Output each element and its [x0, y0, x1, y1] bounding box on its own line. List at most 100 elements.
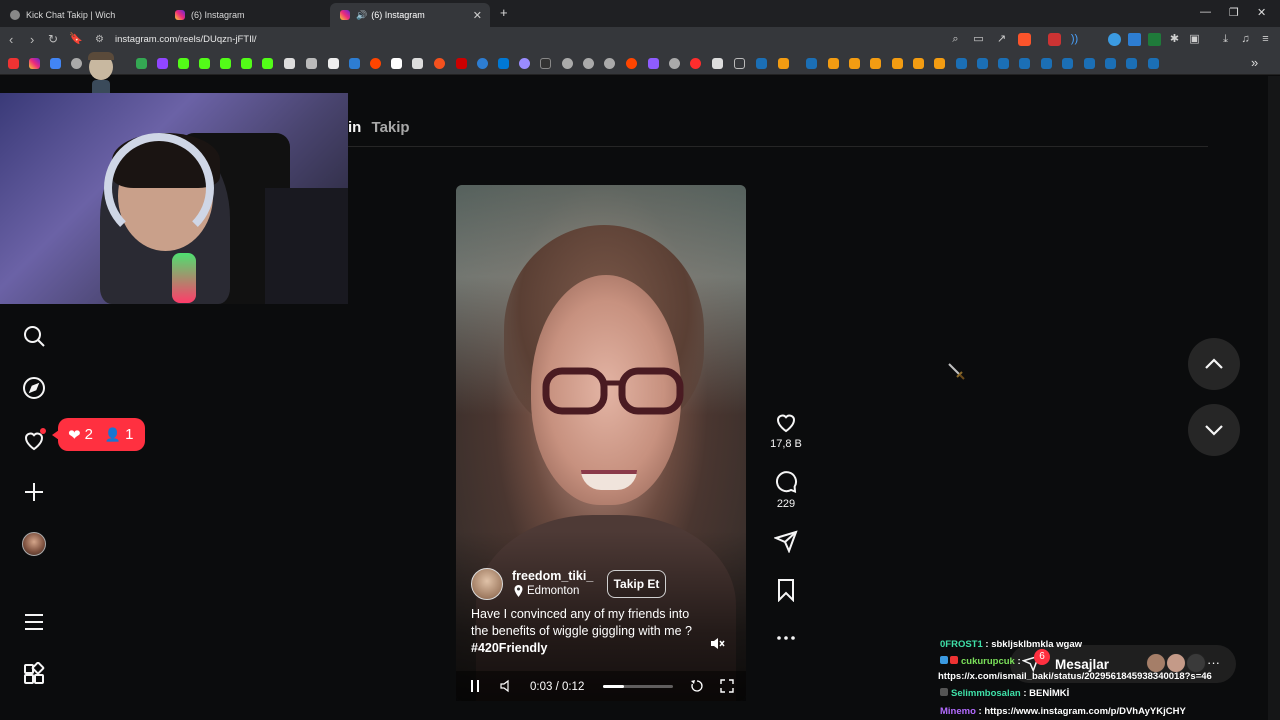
- bookmark-steam-icon[interactable]: [998, 58, 1009, 69]
- bookmark-icon[interactable]: [434, 58, 445, 69]
- bookmark-kick-icon[interactable]: [241, 58, 252, 69]
- notification-popup[interactable]: ❤ 2 👤 1: [52, 418, 145, 451]
- bookmark-icon[interactable]: [456, 58, 467, 69]
- page-scrollbar[interactable]: [1268, 76, 1280, 720]
- menu-icon[interactable]: ≡: [1259, 33, 1272, 46]
- bookmark-icon[interactable]: [828, 58, 839, 69]
- restore-icon[interactable]: ❐: [1229, 6, 1239, 19]
- bookmark-steam-icon[interactable]: [1105, 58, 1116, 69]
- bookmark-steam-icon[interactable]: [756, 58, 767, 69]
- replay-icon[interactable]: [690, 679, 704, 693]
- bookmark-kick-icon[interactable]: [220, 58, 231, 69]
- share-send-icon[interactable]: [773, 529, 798, 554]
- bookmark-icon[interactable]: [849, 58, 860, 69]
- bookmark-icon[interactable]: [892, 58, 903, 69]
- extension-icon[interactable]: [1048, 33, 1061, 46]
- author-location[interactable]: Edmonton: [527, 585, 579, 597]
- close-tab-icon[interactable]: ✕: [473, 9, 482, 22]
- more-options-icon[interactable]: [774, 626, 798, 650]
- bookmark-icon[interactable]: [604, 58, 615, 69]
- bookmark-icon[interactable]: [540, 58, 551, 69]
- tab-partial-label[interactable]: in: [348, 119, 361, 136]
- next-reel-button[interactable]: [1188, 404, 1240, 456]
- close-window-icon[interactable]: ✕: [1257, 6, 1266, 19]
- search-icon[interactable]: [22, 324, 46, 348]
- bookmark-kick-icon[interactable]: [178, 58, 189, 69]
- extensions-puzzle-icon[interactable]: ✱: [1168, 33, 1181, 46]
- extension-icon[interactable]: )): [1068, 33, 1081, 46]
- browser-tab[interactable]: Kick Chat Takip | Wich: [0, 3, 165, 27]
- caption-hashtag[interactable]: #420Friendly: [471, 641, 547, 655]
- url-field[interactable]: instagram.com/reels/DUqzn-jFTIl/: [115, 34, 256, 45]
- bookmark-steam-icon[interactable]: [1019, 58, 1030, 69]
- bookmark-icon[interactable]: [870, 58, 881, 69]
- bookmark-icon[interactable]: [50, 58, 61, 69]
- reload-icon[interactable]: ↻: [48, 32, 58, 46]
- tab-following[interactable]: Takip: [372, 119, 410, 136]
- author-avatar[interactable]: [471, 568, 503, 600]
- bookmark-icon[interactable]: [284, 58, 295, 69]
- sidebar-icon[interactable]: ▣: [1188, 33, 1201, 46]
- bookmark-steam-icon[interactable]: [977, 58, 988, 69]
- back-icon[interactable]: ‹: [9, 32, 13, 47]
- bookmark-icon[interactable]: [71, 58, 82, 69]
- brave-shield-icon[interactable]: [1018, 33, 1031, 46]
- bookmark-steam-icon[interactable]: [1062, 58, 1073, 69]
- bookmark-icon[interactable]: [519, 58, 530, 69]
- bookmark-icon[interactable]: [349, 58, 360, 69]
- previous-reel-button[interactable]: [1188, 338, 1240, 390]
- also-from-meta-icon[interactable]: [22, 661, 46, 686]
- extension-icon[interactable]: [1108, 33, 1121, 46]
- site-settings-icon[interactable]: ⚙: [95, 34, 104, 45]
- bookmark-steam-icon[interactable]: [806, 58, 817, 69]
- like-heart-icon[interactable]: [774, 410, 798, 434]
- browser-tab-active[interactable]: 🔊 (6) Instagram ✕: [330, 3, 490, 27]
- browser-tab[interactable]: (6) Instagram: [165, 3, 330, 27]
- explore-icon[interactable]: [22, 376, 46, 400]
- new-tab-icon[interactable]: +: [500, 5, 508, 20]
- forward-icon[interactable]: ›: [30, 32, 34, 47]
- bookmark-steam-icon[interactable]: [1126, 58, 1137, 69]
- notifications-heart-icon[interactable]: [22, 428, 46, 452]
- bookmark-icon[interactable]: [498, 58, 509, 69]
- bookmark-icon[interactable]: [690, 58, 701, 69]
- bookmark-steam-icon[interactable]: [1148, 58, 1159, 69]
- profile-avatar[interactable]: [22, 532, 46, 556]
- media-icon[interactable]: ♫: [1239, 33, 1252, 46]
- bookmark-icon[interactable]: [583, 58, 594, 69]
- share-icon[interactable]: ↗: [995, 33, 1008, 46]
- bookmark-icon[interactable]: [712, 58, 723, 69]
- bookmark-icon[interactable]: [412, 58, 423, 69]
- bookmark-icon[interactable]: [648, 58, 659, 69]
- bookmark-drive-icon[interactable]: [136, 58, 147, 69]
- muted-speaker-icon[interactable]: [710, 636, 725, 651]
- bookmark-folder-icon[interactable]: [734, 58, 745, 69]
- bookmark-steam-icon[interactable]: [1084, 58, 1095, 69]
- fullscreen-icon[interactable]: [720, 679, 734, 693]
- bookmark-icon[interactable]: [669, 58, 680, 69]
- bookmark-icon[interactable]: [477, 58, 488, 69]
- bookmark-kick-icon[interactable]: [262, 58, 273, 69]
- bookmark-instagram-icon[interactable]: [29, 58, 40, 69]
- zoom-icon[interactable]: ⌕: [949, 33, 962, 46]
- save-bookmark-icon[interactable]: [774, 578, 798, 603]
- download-icon[interactable]: ⤓: [1219, 33, 1232, 46]
- bookmark-youtube-icon[interactable]: [8, 58, 19, 69]
- bookmark-reddit-icon[interactable]: [370, 58, 381, 69]
- bookmark-steam-icon[interactable]: [1041, 58, 1052, 69]
- pause-icon[interactable]: [469, 679, 481, 693]
- extension-icon[interactable]: [1148, 33, 1161, 46]
- bookmark-icon[interactable]: [778, 58, 789, 69]
- bookmark-reddit-icon[interactable]: [626, 58, 637, 69]
- bookmark-icon[interactable]: [913, 58, 924, 69]
- comment-icon[interactable]: [774, 470, 798, 494]
- bookmark-kick-icon[interactable]: [199, 58, 210, 69]
- extension-icon[interactable]: [1128, 33, 1141, 46]
- create-plus-icon[interactable]: [22, 480, 46, 504]
- bookmark-icon[interactable]: [306, 58, 317, 69]
- bookmark-icon[interactable]: [391, 58, 402, 69]
- follow-button[interactable]: Takip Et: [607, 570, 666, 598]
- cast-icon[interactable]: ▭: [972, 33, 985, 46]
- more-bookmarks-icon[interactable]: »: [1251, 55, 1258, 70]
- volume-icon[interactable]: [499, 679, 513, 693]
